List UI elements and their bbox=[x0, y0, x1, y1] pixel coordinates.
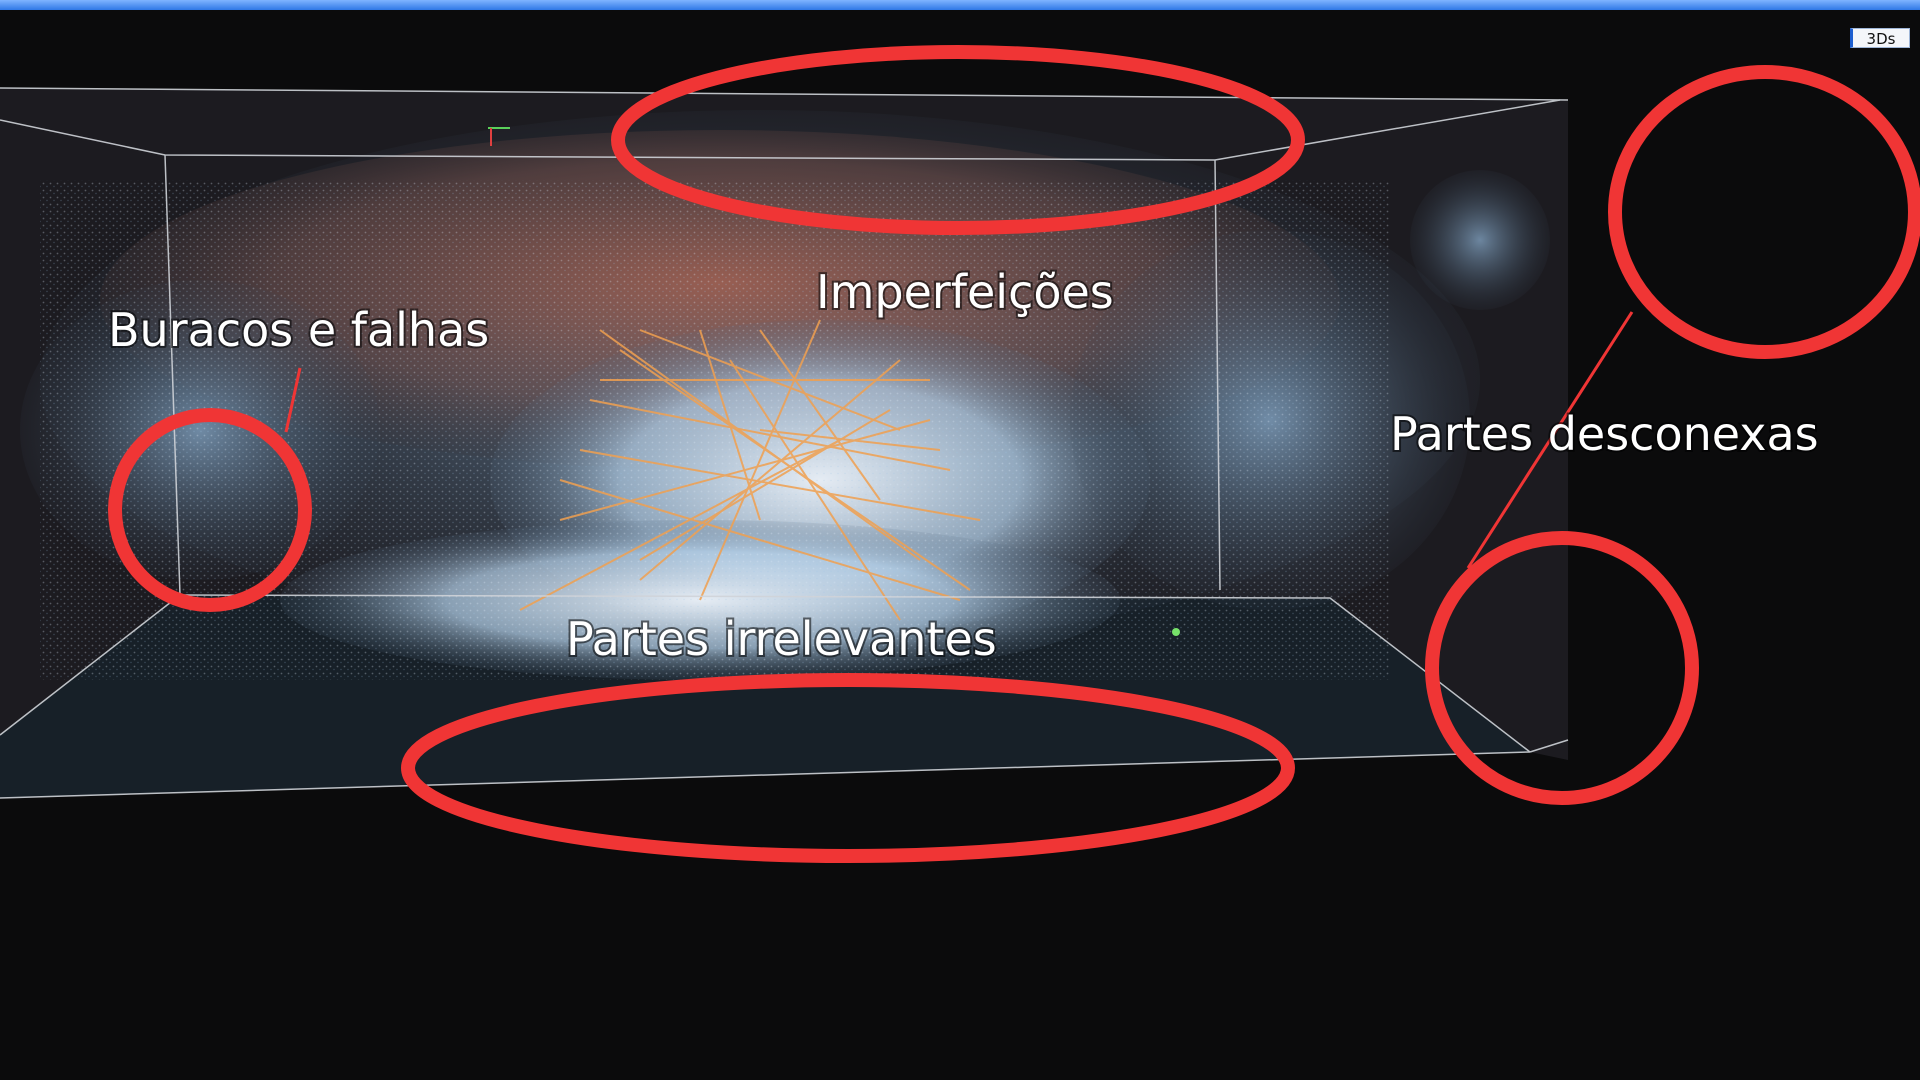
label-holes: Buracos e falhas bbox=[108, 303, 489, 357]
label-irrelevant: Partes irrelevantes bbox=[566, 612, 997, 666]
label-disconnected: Partes desconexas bbox=[1390, 407, 1819, 461]
highlight-disconnected-top bbox=[1608, 65, 1920, 359]
view-mode-badge[interactable]: 3Ds bbox=[1850, 28, 1910, 48]
point-marker bbox=[1172, 628, 1180, 636]
point-cloud-scene[interactable]: Imperfeições Buracos e falhas Partes des… bbox=[0, 0, 1920, 1080]
label-imperfections: Imperfeições bbox=[816, 265, 1114, 319]
